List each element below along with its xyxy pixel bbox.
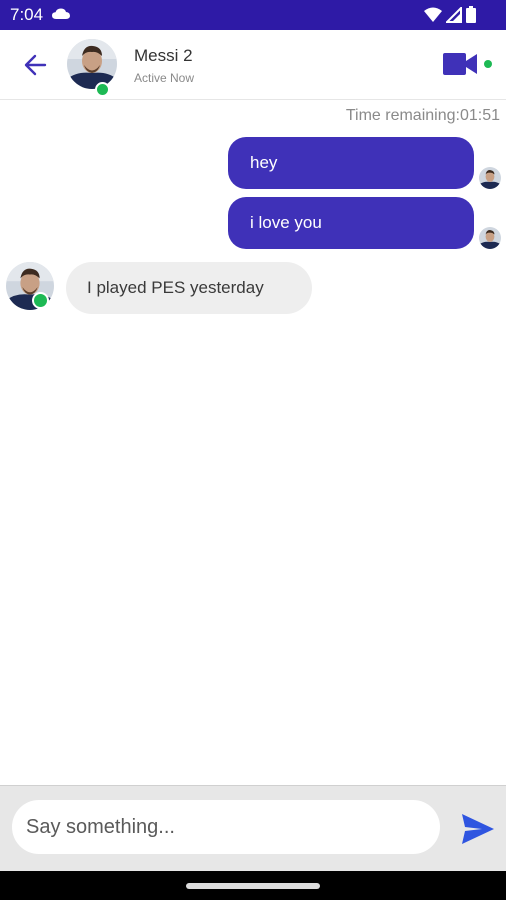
message-bubble-outgoing[interactable]: i love you [228, 197, 474, 249]
system-nav-bar [0, 871, 506, 900]
video-online-dot [484, 60, 492, 68]
status-bar: 7:04 [0, 0, 506, 30]
contact-avatar[interactable] [67, 39, 117, 89]
status-icons [424, 6, 476, 23]
send-icon[interactable] [460, 812, 496, 846]
chat-header: Messi 2 Active Now [0, 30, 506, 100]
sender-avatar [479, 167, 501, 189]
message-bubble-outgoing[interactable]: hey [228, 137, 474, 189]
wifi-icon [424, 7, 442, 22]
avatar-image [479, 227, 501, 249]
arrow-back-icon[interactable] [18, 50, 52, 80]
message-bubble-incoming[interactable]: I played PES yesterday [66, 262, 312, 314]
home-indicator[interactable] [186, 883, 320, 889]
signal-icon [446, 6, 462, 23]
status-time: 7:04 [10, 5, 44, 24]
contact-name: Messi 2 [134, 46, 193, 65]
battery-icon [466, 6, 476, 23]
composer-bar [0, 785, 506, 871]
avatar-image [67, 39, 117, 89]
time-remaining: Time remaining:01:51 [345, 107, 500, 124]
message-text: i love you [250, 213, 322, 232]
contact-status: Active Now [134, 71, 195, 85]
online-indicator [95, 82, 110, 97]
message-text: I played PES yesterday [87, 278, 264, 297]
message-text: hey [250, 153, 278, 172]
sender-avatar [479, 227, 501, 249]
message-input[interactable] [12, 800, 440, 854]
cloud-icon [52, 8, 70, 19]
online-indicator [32, 292, 49, 309]
video-call-icon[interactable] [442, 51, 478, 77]
avatar-image [479, 167, 501, 189]
